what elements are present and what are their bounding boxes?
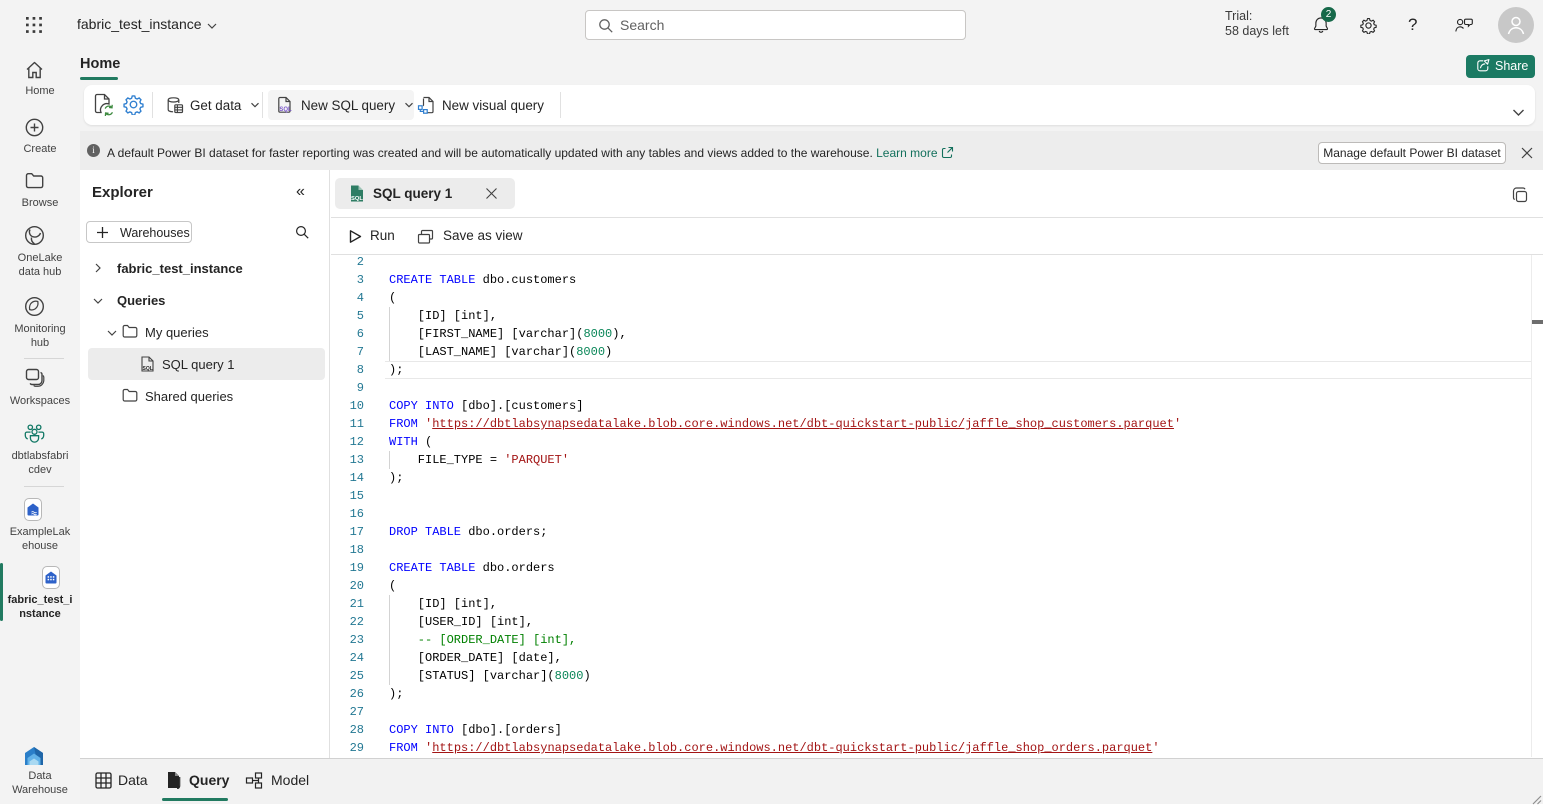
svg-text:SQL: SQL (279, 107, 292, 113)
svg-text:SQL: SQL (143, 366, 153, 372)
svg-text:SQL: SQL (351, 196, 363, 202)
